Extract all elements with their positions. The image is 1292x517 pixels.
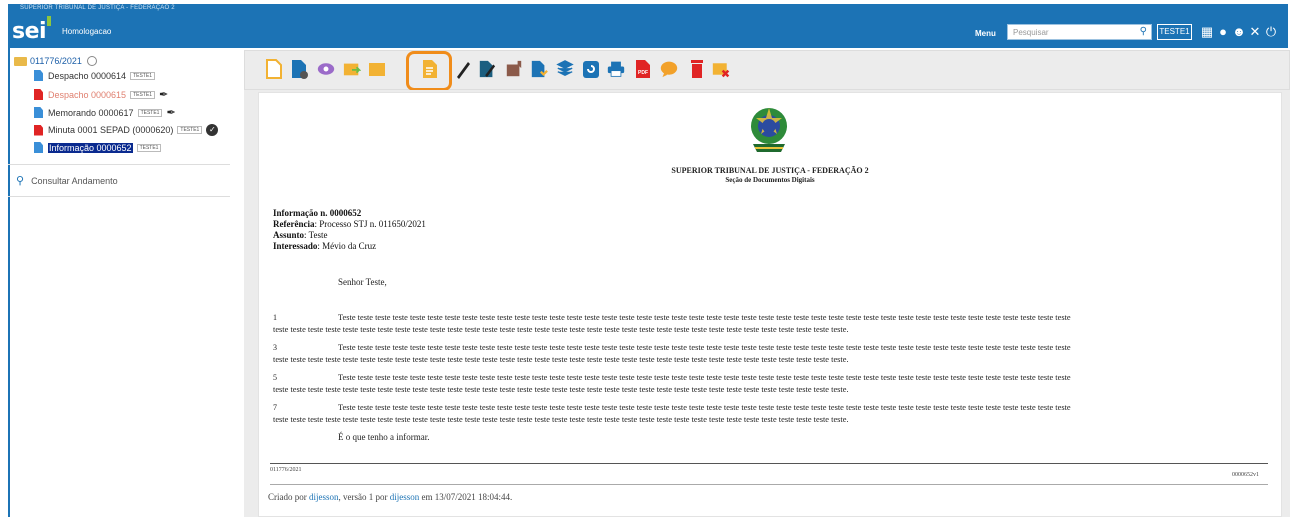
org-title: SUPERIOR TRIBUNAL DE JUSTIÇA - FEDERAÇÃO…	[671, 166, 869, 175]
tree-item-label[interactable]: Despacho 0000615	[48, 90, 126, 100]
interested-line: Interessado: Mévio da Cruz	[273, 241, 377, 251]
footer-rule	[270, 463, 1268, 464]
environment-label: Homologacao	[62, 27, 112, 36]
pdf-icon[interactable]: PDF	[634, 58, 652, 80]
refresh-icon[interactable]	[582, 58, 600, 80]
block-sign-icon[interactable]	[478, 58, 496, 80]
org-name: SUPERIOR TRIBUNAL DE JUSTIÇA - FEDERAÇÃO…	[20, 5, 175, 11]
bookmark-icon[interactable]	[505, 58, 523, 80]
process-number[interactable]: 011776/2021	[30, 56, 82, 66]
tree-item[interactable]: Despacho 0000615 TESTE1 ✒	[34, 88, 168, 101]
divider	[8, 164, 230, 165]
unit-selector[interactable]: TESTE1	[1157, 24, 1192, 40]
paragraph-number: 1	[273, 313, 277, 322]
folder-icon[interactable]	[368, 58, 386, 80]
divider	[8, 196, 230, 197]
selected-tool-highlight	[406, 51, 452, 91]
paragraph-number: 5	[273, 373, 277, 382]
paragraph-line: Teste teste teste teste teste teste test…	[338, 313, 1071, 322]
menu-link[interactable]: Menu	[975, 29, 996, 38]
sign-icon[interactable]	[454, 58, 472, 80]
unit-tag: TESTE1	[137, 108, 163, 117]
comment-icon[interactable]	[660, 58, 678, 80]
send-process-icon[interactable]	[343, 58, 361, 80]
pen-icon[interactable]: ✒	[159, 88, 168, 101]
svg-text:PDF: PDF	[638, 70, 648, 76]
footer-process-number: 011776/2021	[270, 467, 302, 473]
power-icon[interactable]: ⏻	[1264, 23, 1278, 41]
org-subtitle: Seção de Documentos Digitais	[725, 176, 815, 184]
close-process-icon[interactable]	[712, 58, 730, 80]
tree-item[interactable]: Memorando 0000617 TESTE1 ✒	[34, 106, 176, 119]
paragraph-line: Teste teste teste teste teste teste test…	[338, 403, 1071, 412]
footer-rule	[270, 484, 1268, 485]
cancelled-document-icon	[34, 89, 43, 100]
search-icon[interactable]: ⚲	[1140, 26, 1147, 37]
unit-tag: TESTE1	[136, 143, 162, 152]
tree-item-label[interactable]: Memorando 0000617	[48, 108, 134, 118]
closing-line: É o que tenho a informar.	[338, 432, 430, 442]
view-icon[interactable]	[317, 58, 335, 80]
paragraph-line: teste teste teste teste teste teste test…	[273, 355, 849, 364]
paragraph-number: 3	[273, 343, 277, 352]
tree-item-label[interactable]: Informação 0000652	[48, 142, 133, 153]
tools-icon[interactable]: ✕	[1248, 23, 1262, 41]
user-link[interactable]: dijesson	[390, 492, 420, 502]
pdf-document-icon	[34, 124, 43, 136]
grid-icon[interactable]: ▦	[1200, 23, 1214, 41]
attach-icon[interactable]	[530, 58, 548, 80]
process-status-icon[interactable]	[86, 56, 97, 66]
tree-item[interactable]: Despacho 0000614 TESTE1	[34, 70, 155, 81]
tree-item-selected[interactable]: Informação 0000652 TESTE1	[34, 142, 162, 153]
subject-line: Assunto: Teste	[273, 230, 328, 240]
process-settings-icon[interactable]	[290, 58, 308, 80]
tree-process-node[interactable]: 011776/2021	[14, 56, 97, 66]
unit-tag: TESTE1	[177, 126, 203, 134]
user-link[interactable]: dijesson	[309, 492, 339, 502]
document-number: Informação n. 0000652	[273, 208, 362, 218]
created-by-line: Criado por dijesson, versão 1 por dijess…	[268, 492, 513, 502]
delete-icon[interactable]	[688, 58, 706, 80]
paragraph-line: Teste teste teste teste teste teste test…	[338, 373, 1071, 382]
reference-line: Referência: Processo STJ n. 011650/2021	[273, 219, 426, 229]
new-document-icon[interactable]	[265, 58, 283, 80]
unit-tag: TESTE1	[130, 90, 155, 99]
paragraph-line: teste teste teste teste teste teste test…	[273, 415, 849, 424]
search-input[interactable]: Pesquisar ⚲	[1007, 24, 1152, 40]
document-toolbar	[244, 50, 1290, 90]
paragraph-line: Teste teste teste teste teste teste test…	[338, 343, 1071, 352]
paragraph-line: teste teste teste teste teste teste test…	[273, 385, 849, 394]
paragraph-number: 7	[273, 403, 277, 412]
coat-of-arms-emblem	[751, 108, 787, 152]
tree-item-label[interactable]: Minuta 0001 SEPAD (0000620)	[48, 125, 173, 135]
search-placeholder: Pesquisar	[1013, 28, 1049, 37]
print-icon[interactable]	[607, 58, 625, 80]
tree-item-label[interactable]: Despacho 0000614	[48, 71, 126, 81]
tree-item[interactable]: Minuta 0001 SEPAD (0000620) TESTE1 ✓	[34, 124, 219, 136]
document-icon	[34, 142, 43, 153]
user-icon[interactable]: ☻	[1232, 23, 1246, 41]
unit-tag: TESTE1	[130, 71, 155, 80]
folder-icon	[14, 56, 27, 66]
document-icon	[34, 70, 43, 81]
info-icon[interactable]: ●	[1216, 23, 1230, 41]
layers-icon[interactable]	[556, 58, 574, 80]
logo-accent	[47, 16, 52, 26]
paragraph-line: teste teste teste teste teste teste test…	[273, 325, 849, 334]
document-icon	[34, 107, 43, 118]
footer-version: 0000652v1	[1232, 472, 1259, 478]
logo-text: sei	[12, 19, 47, 44]
greeting: Senhor Teste,	[338, 277, 387, 287]
pen-icon[interactable]: ✒	[166, 106, 175, 119]
sei-logo[interactable]: sei	[12, 16, 52, 44]
signed-check-icon: ✓	[206, 124, 219, 136]
